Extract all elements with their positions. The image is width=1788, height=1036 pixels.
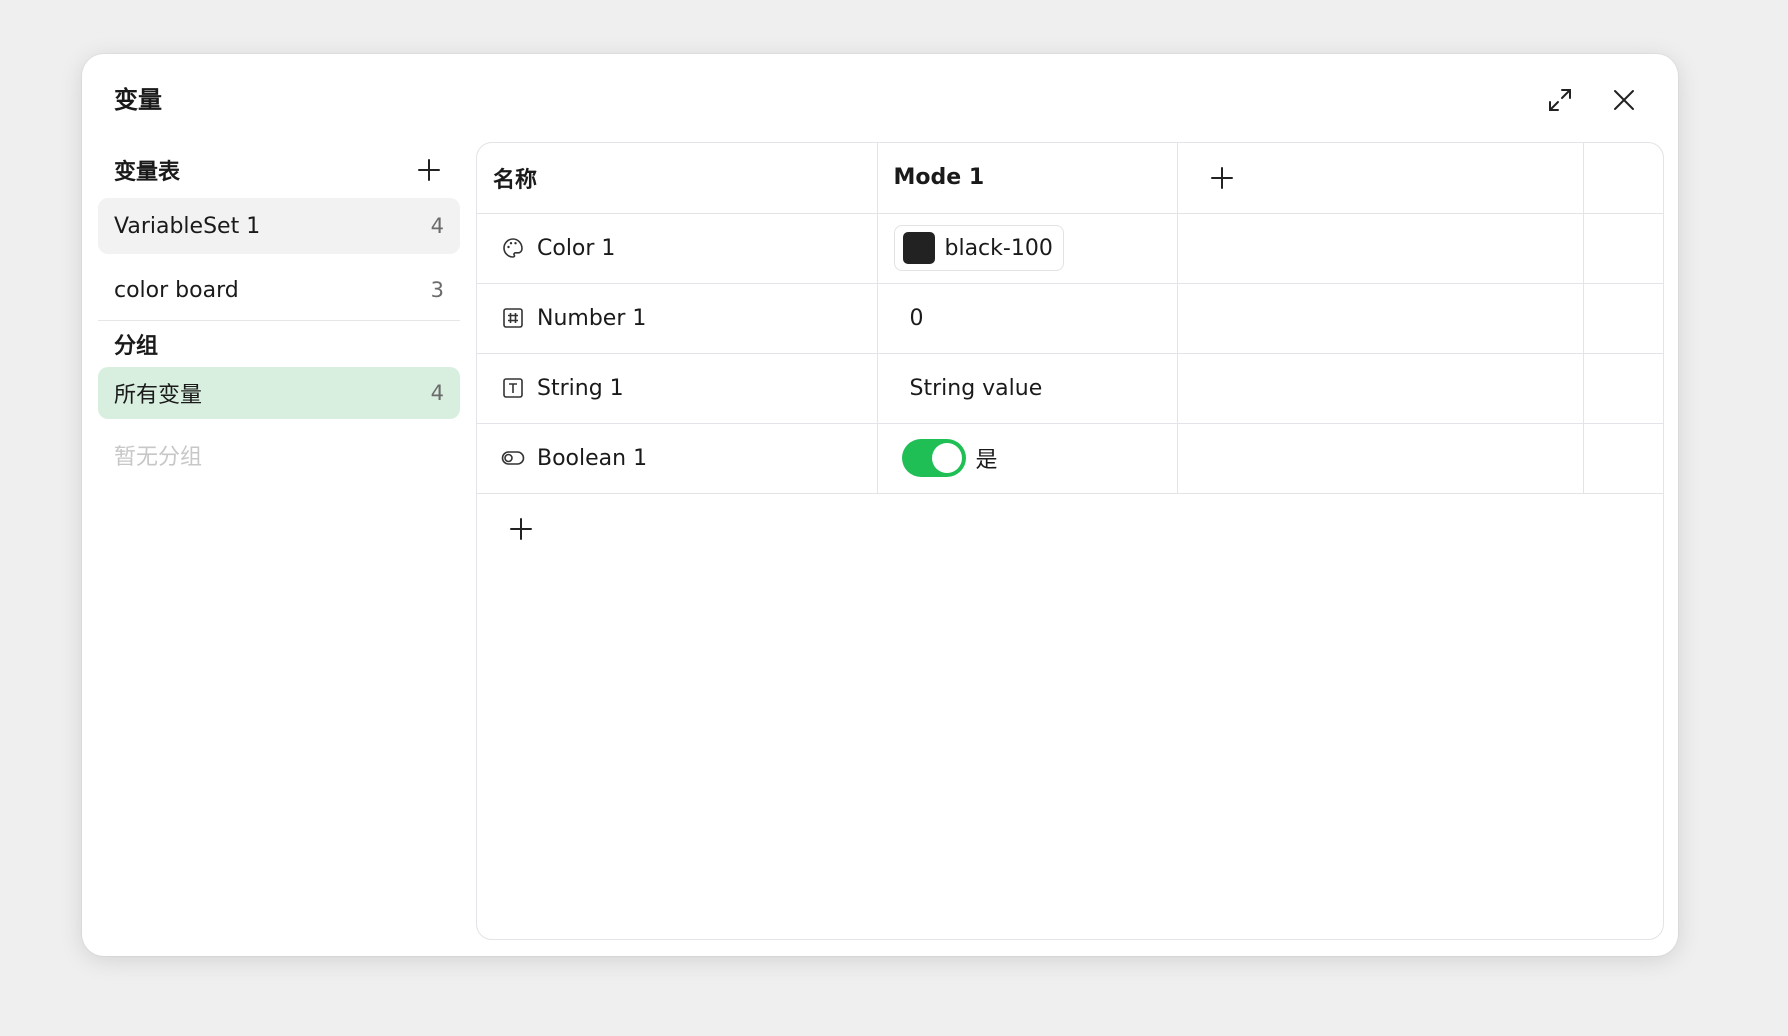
variable-sets-header: 变量表 [98,142,460,198]
palette-icon [501,236,525,260]
column-header-name: 名称 [477,143,878,214]
groups-label: 分组 [114,334,159,359]
plus-icon [510,518,532,540]
toggle-knob [931,443,962,473]
sidebar-item-label: color board [114,277,239,303]
variable-name-cell[interactable]: Boolean 1 [477,423,878,494]
sidebar-item-variableset-1[interactable]: VariableSet 1 4 [98,198,460,254]
hash-icon [501,306,525,330]
sidebar-item-color-board[interactable]: color board 3 [98,262,460,318]
no-groups-text: 暂无分组 [114,445,203,470]
variable-value-cell[interactable]: black-100 [877,213,1178,284]
sidebar-item-count: 3 [430,278,444,302]
empty-cell [1583,353,1663,424]
add-mode-button[interactable] [1194,158,1234,198]
boolean-value-label: 是 [975,448,998,473]
table-header-row: 名称 Mode 1 [477,143,1663,214]
empty-cell [1583,423,1663,494]
table-row: Color 1 black-100 [477,213,1663,284]
sidebar-item-count: 4 [430,214,444,238]
empty-cell [1177,213,1584,284]
add-variable-set-button[interactable] [414,155,444,185]
expand-icon [1549,89,1571,111]
sidebar-item-label: VariableSet 1 [114,213,261,239]
table-row: String 1 String value [477,353,1663,424]
number-value[interactable]: 0 [894,306,924,331]
variable-name-cell[interactable]: Number 1 [477,283,878,354]
toggle-icon [501,446,525,470]
expand-button[interactable] [1538,78,1582,122]
empty-cell [1177,283,1584,354]
sidebar-item-all-variables[interactable]: 所有变量 4 [98,367,460,419]
text-icon [501,376,525,400]
color-swatch [902,232,935,264]
variable-name: Boolean 1 [537,445,648,471]
sidebar-item-label: 所有变量 [114,383,203,408]
variable-sets-label: 变量表 [114,160,181,185]
variables-table: 名称 Mode 1 Color 1 black-100 Number 1 0 S… [477,143,1663,494]
string-value[interactable]: String value [894,376,1043,401]
boolean-toggle[interactable] [901,439,966,477]
empty-header-cell [1583,143,1663,214]
variable-name: String 1 [537,375,624,401]
empty-cell [1583,283,1663,354]
close-icon [1614,90,1634,110]
variables-dialog: 变量 变量表 VariableSet 1 4 color board 3 分组 [82,54,1678,956]
variables-table-panel: 名称 Mode 1 Color 1 black-100 Number 1 0 S… [476,142,1664,940]
column-header-mode-1[interactable]: Mode 1 [877,143,1178,214]
variable-name-cell[interactable]: String 1 [477,353,878,424]
color-value-chip[interactable]: black-100 [893,225,1064,271]
empty-cell [1177,423,1584,494]
variable-value-cell[interactable]: 0 [877,283,1178,354]
add-variable-button[interactable] [501,509,541,549]
color-value-label: black-100 [944,235,1053,261]
sidebar: 变量表 VariableSet 1 4 color board 3 分组 所有变… [98,142,460,483]
sidebar-item-count: 4 [430,381,444,405]
add-mode-cell [1177,143,1584,214]
table-row: Number 1 0 [477,283,1663,354]
dialog-title: 变量 [114,86,162,114]
variable-value-cell[interactable]: 是 [877,423,1178,494]
plus-icon [1210,166,1233,189]
plus-icon [418,159,440,181]
close-button[interactable] [1602,78,1646,122]
empty-cell [1177,353,1584,424]
empty-cell [1583,213,1663,284]
variable-name: Number 1 [537,305,647,331]
table-row: Boolean 1 是 [477,423,1663,494]
variable-name: Color 1 [537,235,616,261]
variable-name-cell[interactable]: Color 1 [477,213,878,284]
variable-value-cell[interactable]: String value [877,353,1178,424]
